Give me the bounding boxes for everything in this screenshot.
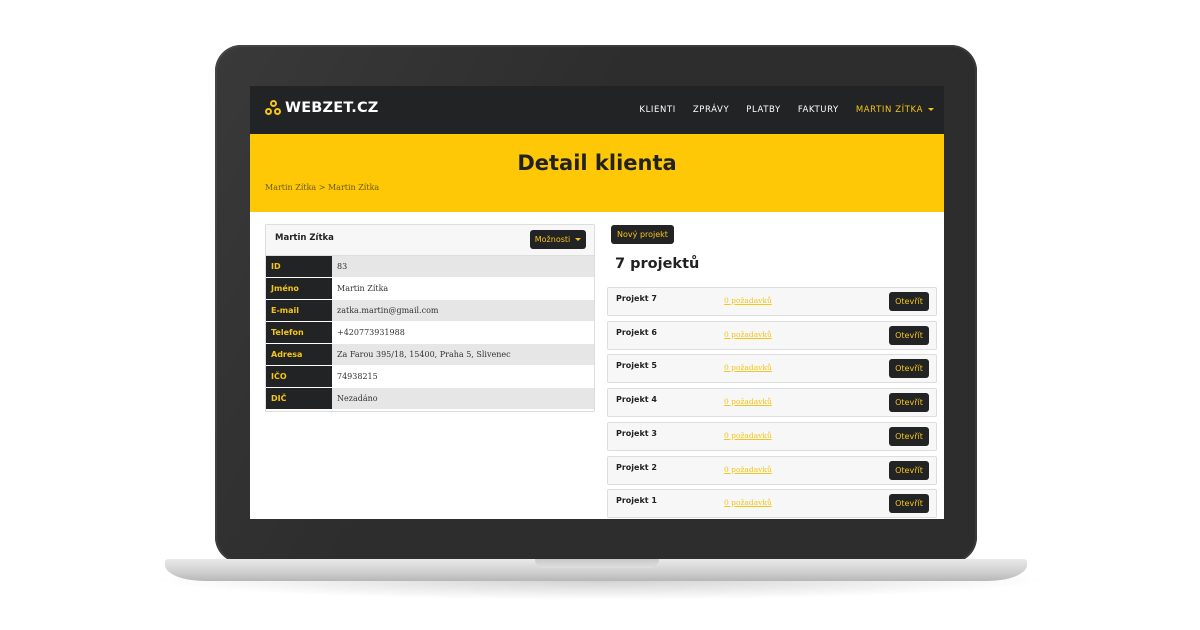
breadcrumb[interactable]: Martin Zítka > Martin Zítka (265, 183, 379, 192)
project-name: Projekt 5 (616, 361, 657, 370)
project-name: Projekt 7 (616, 294, 657, 303)
project-name: Projekt 3 (616, 429, 657, 438)
page-header: Detail klienta Martin Zítka > Martin Zít… (250, 134, 944, 212)
table-row: E-mail zatka.martin@gmail.com (266, 299, 594, 322)
client-name: Martin Zítka (275, 233, 334, 243)
project-name: Projekt 1 (616, 496, 657, 505)
field-label: Telefon (266, 321, 332, 344)
options-button[interactable]: Možnosti (530, 230, 586, 249)
field-value: Martin Zítka (332, 277, 594, 300)
open-project-button[interactable]: Otevřít (889, 494, 929, 513)
project-requests-link[interactable]: 0 požadavků (724, 363, 772, 372)
field-label: DIČ (266, 387, 332, 410)
table-row: IČO 74938215 (266, 365, 594, 388)
nav-item-klienti[interactable]: KLIENTI (639, 105, 675, 115)
project-name: Projekt 4 (616, 395, 657, 404)
project-requests-link[interactable]: 0 požadavků (724, 330, 772, 339)
user-menu[interactable]: MARTIN ZÍTKA (856, 105, 934, 115)
open-project-button[interactable]: Otevřít (889, 359, 929, 378)
brand-logo[interactable]: WEBZET.CZ (265, 100, 379, 116)
nav-item-platby[interactable]: PLATBY (746, 105, 781, 115)
project-row: Projekt 2 0 požadavků Otevřít (607, 456, 937, 485)
page-title: Detail klienta (517, 151, 677, 175)
field-value: Nezadáno (332, 387, 594, 410)
project-name: Projekt 2 (616, 463, 657, 472)
client-card-header: Martin Zítka Možnosti (266, 225, 594, 256)
table-row: ID 83 (266, 256, 594, 278)
project-requests-link[interactable]: 0 požadavků (724, 498, 772, 507)
project-row: Projekt 5 0 požadavků Otevřít (607, 354, 937, 383)
project-requests-link[interactable]: 0 požadavků (724, 431, 772, 440)
project-requests-link[interactable]: 0 požadavků (724, 397, 772, 406)
open-project-button[interactable]: Otevřít (889, 393, 929, 412)
project-row: Projekt 3 0 požadavků Otevřít (607, 422, 937, 451)
table-row: Adresa Za Farou 395/18, 15400, Praha 5, S… (266, 343, 594, 366)
screen: WEBZET.CZ KLIENTI ZPRÁVY PLATBY FAKTURY … (250, 86, 944, 519)
field-label: ID (266, 256, 332, 278)
open-project-button[interactable]: Otevřít (889, 461, 929, 480)
field-value: 83 (332, 256, 594, 278)
nav-item-zpravy[interactable]: ZPRÁVY (693, 105, 729, 115)
nav-menu: KLIENTI ZPRÁVY PLATBY FAKTURY MARTIN ZÍT… (622, 86, 934, 134)
open-project-button[interactable]: Otevřít (889, 292, 929, 311)
nav-item-faktury[interactable]: FAKTURY (798, 105, 839, 115)
chevron-down-icon (928, 108, 934, 111)
field-value: zatka.martin@gmail.com (332, 299, 594, 322)
field-value: +420773931988 (332, 321, 594, 344)
user-menu-label: MARTIN ZÍTKA (855, 105, 923, 115)
new-project-button[interactable]: Nový projekt (611, 225, 674, 244)
project-row: Projekt 7 0 požadavků Otevřít (607, 287, 937, 316)
field-label: Adresa (266, 343, 332, 366)
table-row: Jméno Martin Zítka (266, 277, 594, 300)
brand-name: WEBZET.CZ (285, 100, 379, 116)
laptop-notch (535, 559, 659, 568)
logo-icon (265, 100, 283, 116)
field-label: Jméno (266, 277, 332, 300)
chevron-down-icon (575, 238, 582, 241)
options-button-label: Možnosti (534, 235, 571, 244)
client-card: Martin Zítka Možnosti ID 83 Jméno Martin Z… (265, 224, 595, 412)
navbar: WEBZET.CZ KLIENTI ZPRÁVY PLATBY FAKTURY … (250, 86, 944, 134)
project-row: Projekt 4 0 požadavků Otevřít (607, 388, 937, 417)
field-value: Za Farou 395/18, 15400, Praha 5, Slivene… (332, 343, 594, 366)
client-info-table: ID 83 Jméno Martin Zítka E-mail zatka.marti… (266, 256, 594, 410)
projects-count: 7 projektů (615, 256, 700, 272)
table-row: Telefon +420773931988 (266, 321, 594, 344)
field-label: IČO (266, 365, 332, 388)
project-row: Projekt 6 0 požadavků Otevřít (607, 321, 937, 350)
project-requests-link[interactable]: 0 požadavků (724, 296, 772, 305)
field-label: E-mail (266, 299, 332, 322)
open-project-button[interactable]: Otevřít (889, 427, 929, 446)
project-requests-link[interactable]: 0 požadavků (724, 465, 772, 474)
open-project-button[interactable]: Otevřít (889, 326, 929, 345)
project-name: Projekt 6 (616, 328, 657, 337)
project-row: Projekt 1 0 požadavků Otevřít (607, 489, 937, 518)
table-row: DIČ Nezadáno (266, 387, 594, 410)
field-value: 74938215 (332, 365, 594, 388)
